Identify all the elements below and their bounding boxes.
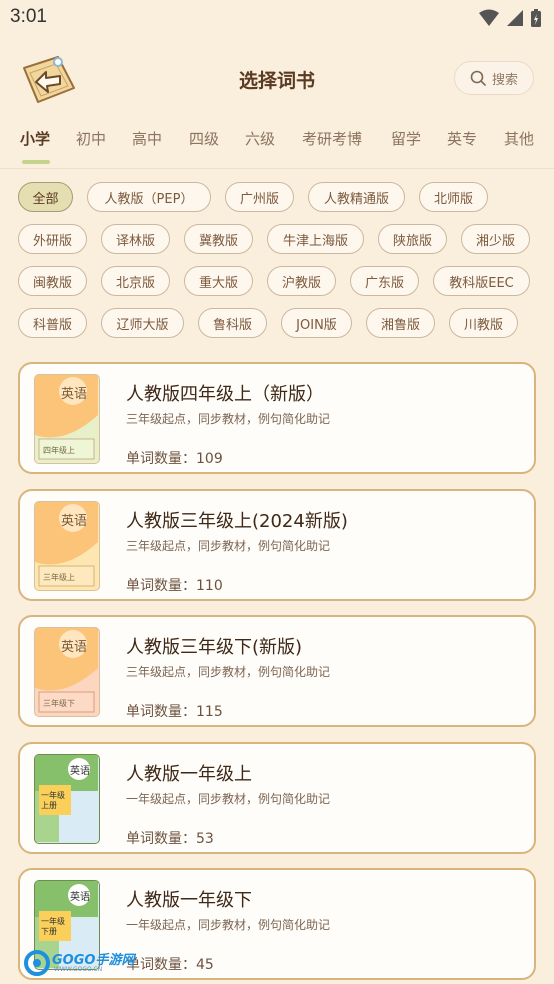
word-count: 单词数量：53 — [126, 831, 214, 847]
filter-chip[interactable]: 人教精通版 — [308, 182, 405, 212]
search-label: 搜索 — [491, 72, 518, 88]
book-subtitle: 三年级起点，同步教材，例句简化助记 — [126, 539, 331, 553]
cover-word: 英语 — [70, 892, 90, 903]
filter-chip[interactable]: 北师版 — [419, 182, 488, 212]
book-subtitle: 三年级起点，同步教材，例句简化助记 — [126, 665, 331, 679]
word-count: 单词数量：110 — [126, 578, 223, 594]
filter-chip[interactable]: 人教版（PEP） — [87, 182, 211, 212]
book-card[interactable]: 英语 三年级下 人教版三年级下(新版) 三年级起点，同步教材，例句简化助记 单词… — [18, 615, 536, 727]
battery-icon — [531, 9, 541, 27]
watermark-url: WWW.GOGO.CN — [54, 966, 103, 973]
system-icons — [478, 8, 542, 28]
book-subtitle: 一年级起点，同步教材，例句简化助记 — [126, 792, 331, 806]
filter-chip[interactable]: 重大版 — [184, 266, 253, 296]
status-bar: 3:01 — [0, 0, 554, 38]
filter-chip[interactable]: 外研版 — [18, 224, 87, 254]
tab-junior[interactable]: 初中 — [76, 128, 106, 149]
search-icon — [470, 70, 486, 86]
active-tab-indicator — [22, 160, 50, 164]
book-title: 人教版三年级上(2024新版) — [126, 511, 348, 532]
cover-label: 一年级上册 — [41, 791, 65, 810]
filter-chip[interactable]: 广州版 — [225, 182, 294, 212]
cover-word: 英语 — [61, 387, 88, 402]
tab-senior[interactable]: 高中 — [132, 128, 162, 149]
word-count: 单词数量：109 — [126, 451, 223, 467]
wifi-icon — [479, 9, 499, 26]
filter-chip[interactable]: 广东版 — [350, 266, 419, 296]
search-button[interactable]: 搜索 — [454, 61, 534, 95]
word-count: 单词数量：45 — [126, 957, 214, 973]
book-cover: 英语 三年级上 — [34, 501, 100, 591]
book-title: 人教版一年级下 — [126, 890, 252, 911]
watermark-logo-icon — [24, 950, 50, 976]
filter-chip[interactable]: 闽教版 — [18, 266, 87, 296]
filter-chip[interactable]: 沪教版 — [267, 266, 336, 296]
status-time: 3:01 — [10, 6, 47, 27]
filter-chip[interactable]: 译林版 — [101, 224, 170, 254]
tab-english-major[interactable]: 英专 — [447, 128, 477, 149]
filter-chip[interactable]: 川教版 — [449, 308, 518, 338]
filter-chip[interactable]: 冀教版 — [184, 224, 253, 254]
filter-chip-all[interactable]: 全部 — [18, 182, 73, 212]
tab-study-abroad[interactable]: 留学 — [391, 128, 421, 149]
tab-cet6[interactable]: 六级 — [245, 128, 275, 149]
level-tabs: 小学 初中 高中 四级 六级 考研考博 留学 英专 其他 — [0, 124, 554, 169]
book-cover: 英语 一年级上册 — [34, 754, 100, 844]
signal-icon — [507, 10, 523, 26]
filter-chip[interactable]: 鲁科版 — [198, 308, 267, 338]
book-card[interactable]: 英语 四年级上 人教版四年级上（新版） 三年级起点，同步教材，例句简化助记 单词… — [18, 362, 536, 474]
filter-chip[interactable]: 科普版 — [18, 308, 87, 338]
cover-label: 三年级下 — [43, 699, 75, 708]
filter-chip[interactable]: 陕旅版 — [378, 224, 447, 254]
cover-label: 三年级上 — [43, 573, 75, 582]
filter-chip[interactable]: 湘少版 — [461, 224, 530, 254]
book-title: 人教版四年级上（新版） — [126, 384, 324, 405]
tab-other[interactable]: 其他 — [504, 128, 534, 149]
book-title: 人教版三年级下(新版) — [126, 637, 303, 658]
word-count: 单词数量：115 — [126, 704, 223, 720]
filter-chip[interactable]: JOIN版 — [281, 308, 352, 338]
book-title: 人教版一年级上 — [126, 764, 252, 785]
cover-word: 英语 — [61, 640, 88, 655]
cover-label: 四年级上 — [43, 446, 75, 455]
filter-chip[interactable]: 辽师大版 — [101, 308, 184, 338]
tab-primary[interactable]: 小学 — [20, 128, 50, 149]
header: 选择词书 搜索 — [0, 48, 554, 110]
site-watermark: GOGO手游网 WWW.GOGO.CN — [24, 948, 136, 978]
cover-word: 英语 — [70, 766, 90, 777]
book-card[interactable]: 英语 一年级上册 人教版一年级上 一年级起点，同步教材，例句简化助记 单词数量：… — [18, 742, 536, 854]
book-cover: 英语 三年级下 — [34, 627, 100, 717]
filter-chip[interactable]: 湘鲁版 — [366, 308, 435, 338]
tab-cet4[interactable]: 四级 — [189, 128, 219, 149]
book-card[interactable]: 英语 三年级上 人教版三年级上(2024新版) 三年级起点，同步教材，例句简化助… — [18, 489, 536, 601]
filter-chip[interactable]: 北京版 — [101, 266, 170, 296]
book-cover: 英语 四年级上 — [34, 374, 100, 464]
cover-label: 一年级下册 — [41, 917, 65, 936]
tab-postgrad[interactable]: 考研考博 — [302, 128, 362, 149]
filter-chip[interactable]: 教科版EEC — [433, 266, 530, 296]
book-subtitle: 一年级起点，同步教材，例句简化助记 — [126, 918, 331, 932]
book-subtitle: 三年级起点，同步教材，例句简化助记 — [126, 412, 331, 426]
cover-word: 英语 — [61, 514, 88, 529]
filter-chip[interactable]: 牛津上海版 — [267, 224, 364, 254]
